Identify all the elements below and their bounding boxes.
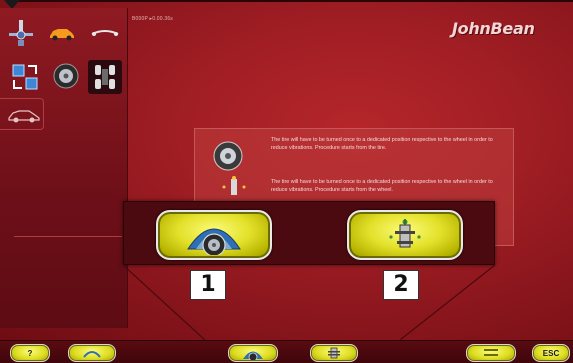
esc-button[interactable]: ESC: [532, 344, 570, 362]
mode-button[interactable]: [310, 344, 358, 362]
left-panel-separator: [14, 236, 122, 237]
home-icon: [83, 351, 101, 358]
help-button[interactable]: ?: [10, 344, 50, 362]
tire-wheel-icon: [187, 228, 241, 255]
tire-icon: [213, 141, 243, 171]
esc-button-label: ESC: [542, 348, 560, 358]
car-icon[interactable]: [48, 22, 76, 44]
choice-1-number: 1: [190, 270, 226, 300]
left-panel: [0, 8, 128, 328]
tire-first-button[interactable]: [156, 210, 272, 260]
top-bar-line: [16, 0, 573, 2]
swap-icon[interactable]: [10, 62, 40, 92]
wheel-icon: [243, 351, 263, 360]
screen: B000P ▸0.00.36s JohnBean The tire will h…: [0, 0, 573, 363]
brand-logo: JohnBean: [452, 19, 535, 38]
info-paragraph-1: The tire will have to be turned once to …: [271, 137, 493, 151]
rim-balance-icon: [389, 219, 421, 248]
menu-icon: [484, 349, 498, 356]
wheel-button[interactable]: [228, 344, 278, 362]
help-button-label: ?: [27, 348, 33, 358]
wheel-first-button[interactable]: [347, 210, 463, 260]
info-paragraph-2: The tire will have to be turned once to …: [271, 179, 493, 193]
balancer-icon[interactable]: [6, 18, 36, 48]
choice-popup: [123, 201, 495, 265]
rim-icon: [328, 347, 340, 359]
choice-2-number: 2: [383, 270, 419, 300]
tires-icon[interactable]: [88, 60, 122, 94]
home-button[interactable]: [68, 344, 116, 362]
wheel-icon[interactable]: [52, 62, 80, 90]
car-outline-icon[interactable]: [6, 104, 42, 126]
menu-button[interactable]: [466, 344, 516, 362]
status-info-text: B000P ▸0.00.36s: [132, 16, 174, 22]
axle-icon[interactable]: [90, 22, 120, 44]
wheel-balance-icon: [221, 175, 247, 199]
